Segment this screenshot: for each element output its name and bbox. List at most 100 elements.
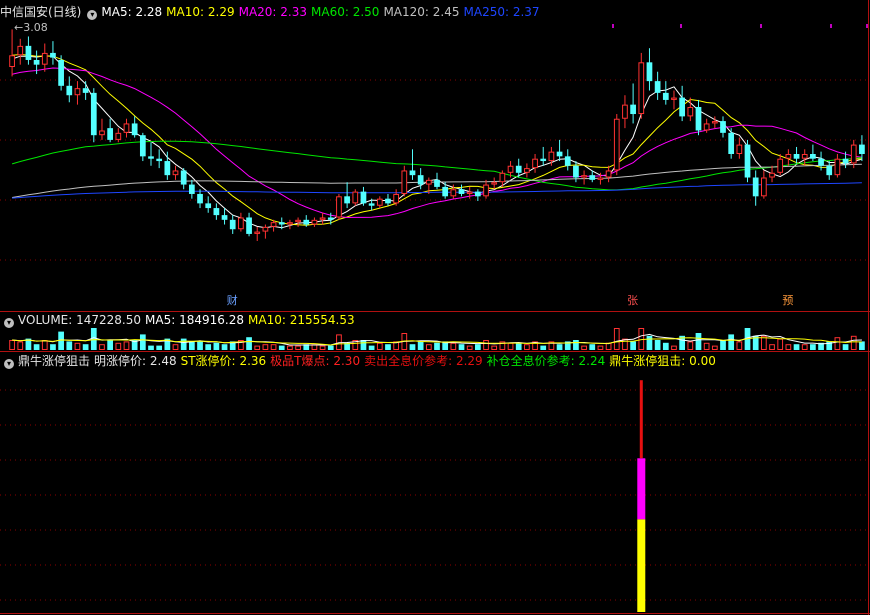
volume-bar [180, 338, 187, 350]
candle-body [810, 154, 816, 159]
candle-body [107, 128, 114, 140]
volume-bar [662, 342, 669, 350]
chart-canvas[interactable] [0, 0, 870, 615]
candle-body [524, 168, 530, 173]
candle-body [458, 189, 465, 194]
candle-body [368, 203, 375, 206]
indicator-f2: ST涨停价: 2.36 [181, 354, 267, 368]
f6-value: 0.00 [689, 354, 716, 368]
volume-bar [107, 340, 114, 350]
volume-bar [785, 344, 792, 351]
candle-body [409, 170, 416, 176]
ma20-value: 2.33 [280, 5, 308, 19]
candle-body [826, 165, 833, 176]
candle-body [246, 217, 252, 234]
candle-body [687, 106, 694, 117]
candle-body [164, 161, 171, 176]
volume-bar [41, 340, 48, 350]
candle-body [736, 144, 743, 155]
candle-body [695, 106, 702, 131]
candle-body [148, 156, 154, 159]
volume-ma5: MA5: 184916.28 [145, 313, 244, 327]
candle-body [9, 55, 15, 68]
indicator-f5: 补仓全息价参考: 2.24 [487, 354, 606, 368]
volume-bar [842, 344, 849, 350]
volume-ma5-label: MA5: [145, 313, 176, 327]
candle-body [82, 88, 89, 93]
signal-mark [612, 24, 614, 28]
volume-bar [720, 340, 726, 350]
volume-bar [556, 344, 563, 350]
event-tag[interactable]: 预 [782, 294, 793, 308]
candle-body [466, 191, 473, 194]
candle-body [793, 154, 800, 159]
volume-bar [376, 342, 383, 350]
indicator-f6: 鼎牛涨停狙击: 0.00 [609, 354, 716, 368]
chevron-down-icon[interactable]: ▾ [4, 359, 14, 369]
volume-bar [148, 345, 154, 350]
candle-body [842, 158, 849, 164]
f2-value: 2.36 [239, 354, 267, 368]
volume-bar [728, 334, 735, 350]
volume-bar [66, 341, 73, 350]
candle-body [74, 88, 81, 96]
volume-bar [515, 342, 522, 350]
volume-bar [801, 344, 808, 351]
volume-bar [695, 333, 702, 350]
candle-body [507, 165, 514, 173]
candle-body [540, 158, 547, 162]
volume-bar [630, 341, 636, 350]
candle-body [622, 104, 628, 119]
candle-body [597, 177, 604, 180]
volume-value: 147228.50 [76, 313, 142, 327]
candle-body [115, 132, 122, 140]
candle-body [760, 177, 767, 197]
volume-bar [507, 342, 514, 350]
event-tag[interactable]: 财 [227, 294, 238, 308]
volume-bar [319, 345, 326, 351]
candle-body [703, 123, 710, 131]
candle-body [238, 217, 244, 230]
ma5-label-text: MA5: [101, 5, 132, 19]
volume-bar [810, 344, 816, 350]
volume-bar [483, 340, 489, 350]
volume-bar [9, 340, 15, 350]
candle-body [295, 219, 301, 223]
volume-bar [711, 345, 718, 351]
candle-body [474, 191, 481, 197]
candle-body [303, 219, 310, 225]
candle-body [385, 198, 391, 204]
candle-body [360, 191, 367, 204]
chevron-down-icon[interactable]: ▾ [4, 318, 14, 328]
volume-bar [491, 345, 498, 351]
candle-body [720, 121, 726, 133]
volume-bar [409, 344, 416, 350]
candle-body [630, 104, 636, 115]
candle-body [573, 165, 579, 178]
indicator-bar-segment [637, 458, 646, 520]
volume-bar [172, 344, 179, 351]
candle-body [401, 170, 408, 194]
volume-bar [736, 341, 743, 350]
volume-label-text: VOLUME: [18, 313, 73, 327]
candle-body [99, 130, 105, 136]
ma120-label-text: MA120: [383, 5, 429, 19]
candle-body [613, 118, 620, 171]
candle-body [180, 170, 187, 185]
ma250-label: MA250: 2.37 [464, 5, 540, 19]
candle-body [679, 97, 686, 117]
candle-body [327, 217, 334, 220]
ma60-value: 2.50 [352, 5, 380, 19]
ma20-label-text: MA20: [238, 5, 277, 19]
candle-body [352, 191, 359, 204]
volume-legend: ▾ VOLUME: 147228.50 MA5: 184916.28 MA10: 21… [0, 312, 359, 328]
candle-body [450, 189, 457, 197]
volume-bar [115, 342, 122, 350]
volume-bar [613, 328, 620, 350]
f2-label: ST涨停价: [180, 354, 236, 368]
volume-bar [703, 342, 710, 350]
event-tag[interactable]: 张 [627, 294, 638, 308]
chevron-down-icon[interactable]: ▾ [87, 10, 98, 20]
volume-bar [254, 345, 261, 351]
volume-bar [646, 335, 653, 350]
